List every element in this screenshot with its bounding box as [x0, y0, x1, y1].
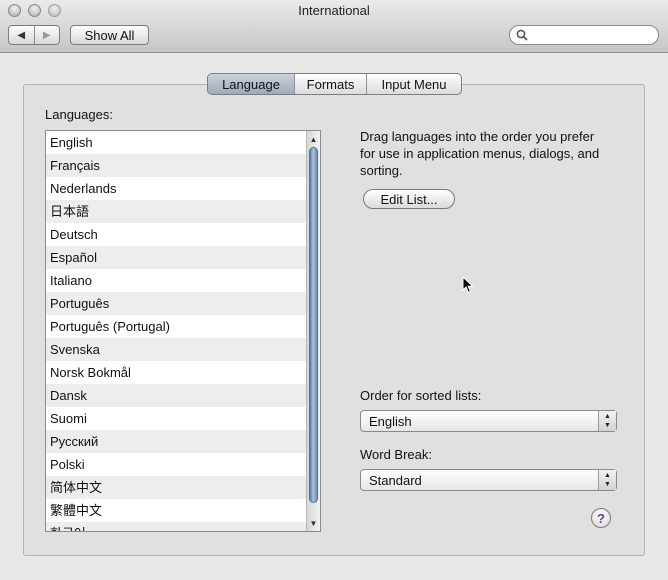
sorted-lists-label: Order for sorted lists:: [360, 388, 482, 403]
languages-scrollbar[interactable]: ▲ ▼: [306, 131, 320, 531]
list-item[interactable]: Español: [46, 246, 307, 269]
list-item[interactable]: English: [46, 131, 307, 154]
list-item[interactable]: Italiano: [46, 269, 307, 292]
tab-input-menu[interactable]: Input Menu: [366, 74, 461, 94]
language-rows: English Français Nederlands 日本語 Deutsch …: [46, 131, 307, 531]
list-item[interactable]: Nederlands: [46, 177, 307, 200]
search-icon: [516, 29, 528, 41]
back-arrow-icon: ◀: [17, 29, 26, 41]
sorted-lists-select[interactable]: English ▲ ▼: [360, 410, 617, 432]
tab-bar: Language Formats Input Menu: [207, 73, 462, 95]
languages-label: Languages:: [45, 107, 113, 122]
list-item[interactable]: Norsk Bokmål: [46, 361, 307, 384]
tab-formats[interactable]: Formats: [294, 74, 366, 94]
list-item[interactable]: Deutsch: [46, 223, 307, 246]
scroll-thumb[interactable]: [309, 147, 318, 503]
show-all-button[interactable]: Show All: [70, 25, 149, 45]
list-item[interactable]: 繁體中文: [46, 499, 307, 522]
search-input[interactable]: [532, 27, 652, 43]
chevron-updown-icon: ▲ ▼: [598, 470, 616, 490]
list-item[interactable]: Português: [46, 292, 307, 315]
word-break-select[interactable]: Standard ▲ ▼: [360, 469, 617, 491]
list-item[interactable]: Русский: [46, 430, 307, 453]
edit-list-button[interactable]: Edit List...: [363, 189, 455, 209]
list-item[interactable]: Svenska: [46, 338, 307, 361]
list-item[interactable]: Suomi: [46, 407, 307, 430]
mouse-cursor-icon: [462, 276, 474, 294]
list-item[interactable]: Português (Portugal): [46, 315, 307, 338]
scroll-down-arrow-icon[interactable]: ▼: [307, 516, 320, 530]
forward-button[interactable]: ▶: [33, 26, 60, 44]
window-titlebar: International ◀ ▶ Show All: [0, 0, 668, 53]
list-item[interactable]: 简体中文: [46, 476, 307, 499]
back-button[interactable]: ◀: [9, 26, 34, 44]
list-item[interactable]: 한국어: [46, 522, 307, 531]
list-item[interactable]: 日本語: [46, 200, 307, 223]
list-item[interactable]: Français: [46, 154, 307, 177]
languages-list[interactable]: English Français Nederlands 日本語 Deutsch …: [45, 130, 321, 532]
scroll-up-arrow-icon[interactable]: ▲: [307, 132, 320, 146]
window-title: International: [298, 3, 370, 18]
tab-language[interactable]: Language: [208, 74, 294, 94]
sorted-lists-value: English: [369, 414, 412, 429]
chevron-updown-icon: ▲ ▼: [598, 411, 616, 431]
search-field[interactable]: [509, 25, 659, 45]
word-break-label: Word Break:: [360, 447, 433, 462]
word-break-value: Standard: [369, 473, 422, 488]
list-item[interactable]: Polski: [46, 453, 307, 476]
navigation-buttons: ◀ ▶: [8, 25, 60, 45]
list-item[interactable]: Dansk: [46, 384, 307, 407]
language-description: Drag languages into the order you prefer…: [360, 129, 600, 178]
help-button[interactable]: ?: [591, 508, 611, 528]
forward-arrow-icon: ▶: [42, 29, 51, 41]
